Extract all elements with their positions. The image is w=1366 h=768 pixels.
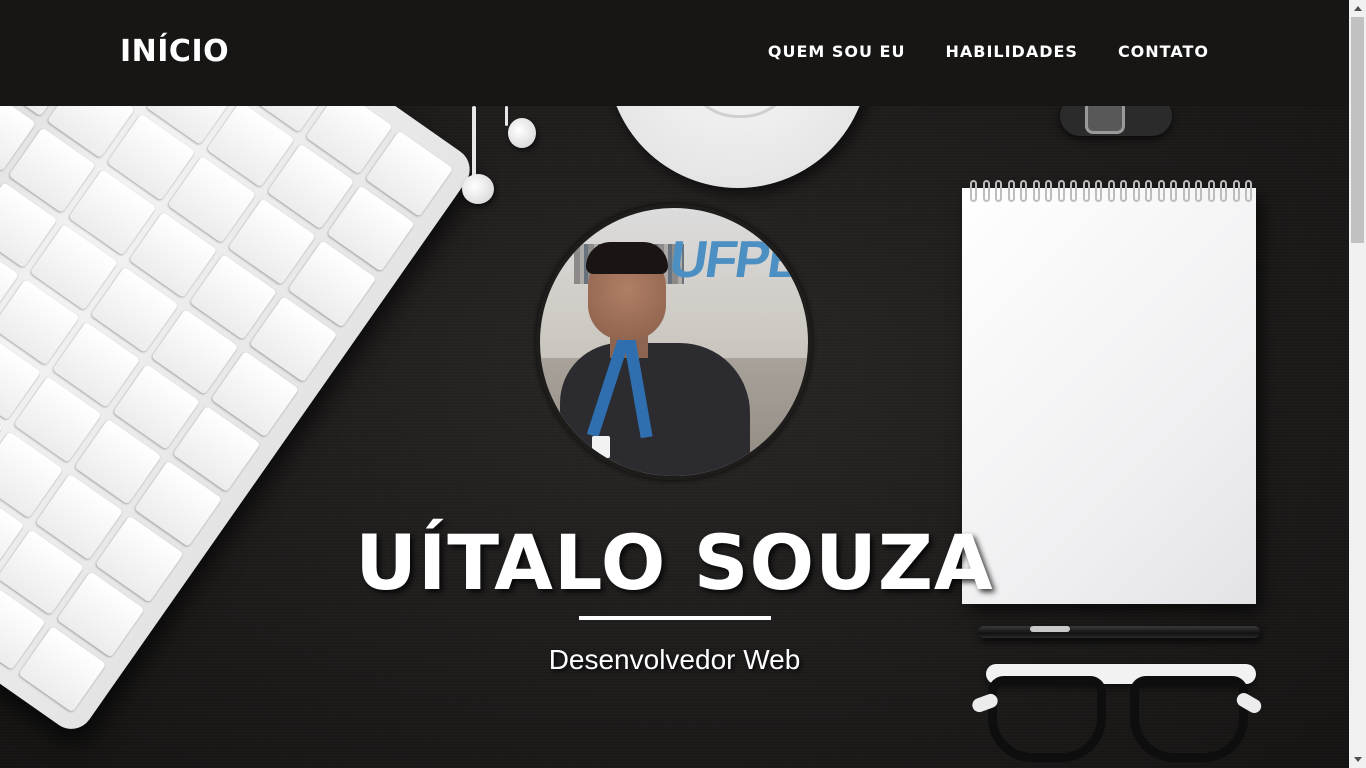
page-scrollbar[interactable] xyxy=(1349,0,1366,768)
nav-link-contato[interactable]: CONTATO xyxy=(1118,42,1209,61)
glasses-lens-right xyxy=(1130,676,1248,762)
earbud-image xyxy=(508,118,536,148)
keyboard-image xyxy=(0,106,479,738)
saucer-image xyxy=(607,106,869,188)
earbud-image xyxy=(462,174,494,204)
glasses-lens-left xyxy=(988,676,1106,762)
brand-link[interactable]: INÍCIO xyxy=(120,34,229,69)
scroll-thumb[interactable] xyxy=(1351,17,1364,243)
earbud-cord xyxy=(472,106,476,184)
nav-links: QUEM SOU EU HABILIDADES CONTATO xyxy=(768,42,1209,61)
scroll-up-icon[interactable] xyxy=(1349,0,1366,17)
hero-name: UÍTALO SOUZA xyxy=(355,518,994,607)
hero-subtitle: Desenvolvedor Web xyxy=(548,644,801,675)
scroll-down-icon[interactable] xyxy=(1349,751,1366,768)
watch-face xyxy=(1085,106,1125,134)
avatar: UFPBA xyxy=(536,204,812,480)
nav-link-quem-sou-eu[interactable]: QUEM SOU EU xyxy=(768,42,906,61)
pen-image xyxy=(978,626,1260,638)
hero-divider xyxy=(579,616,771,620)
navbar: INÍCIO QUEM SOU EU HABILIDADES CONTATO xyxy=(0,0,1349,106)
pen-clip xyxy=(1030,626,1070,632)
page: UFPBA UÍTALO SOUZA Desenvolvedor Web INÍ… xyxy=(0,0,1349,768)
notepad-spiral xyxy=(970,180,1252,202)
nav-link-habilidades[interactable]: HABILIDADES xyxy=(945,42,1077,61)
earbud-cord xyxy=(505,106,508,126)
